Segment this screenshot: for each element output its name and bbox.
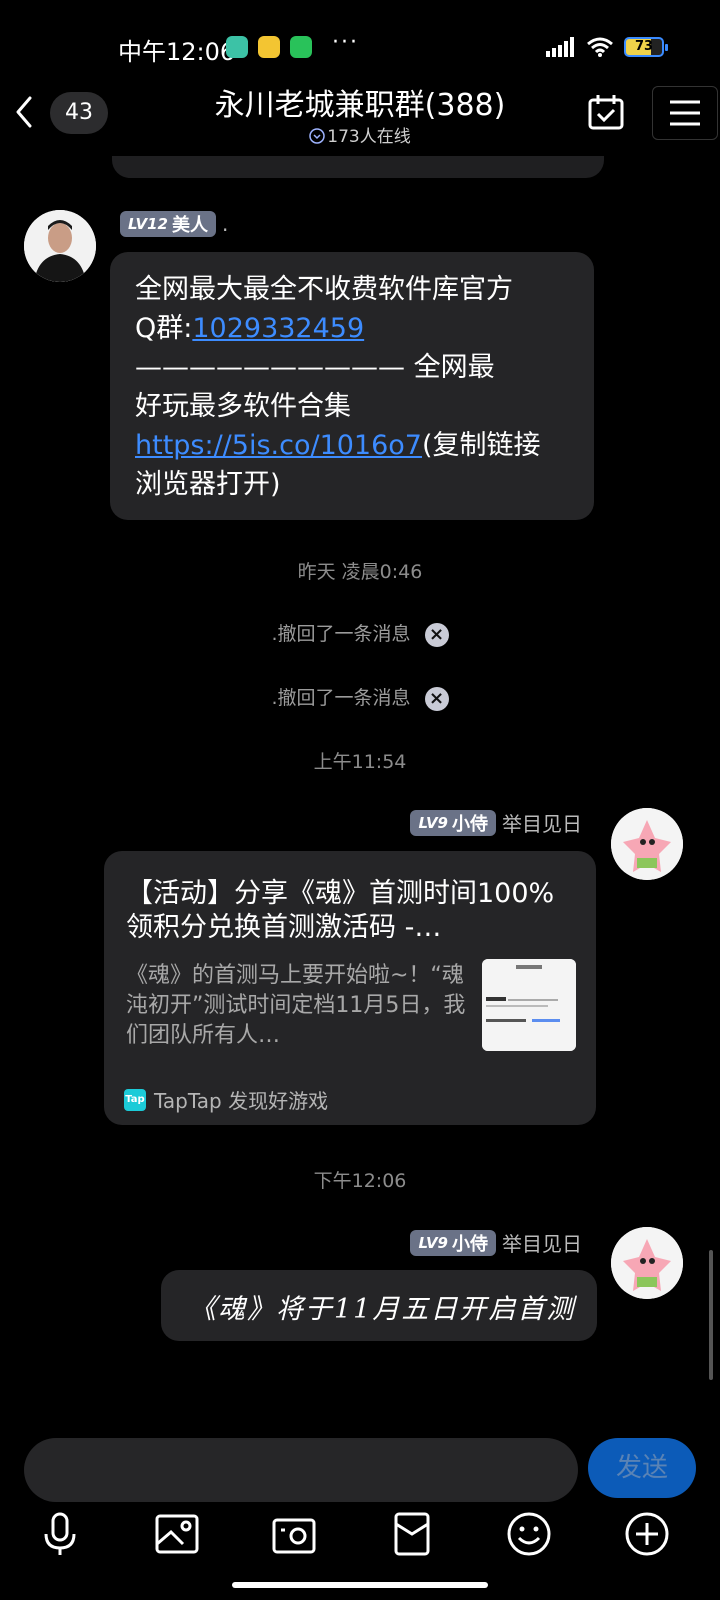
- message-line: 浏览器打开): [135, 469, 281, 500]
- qq-prefix: Q群:: [135, 313, 193, 344]
- url-link[interactable]: https://5is.co/1016o7: [135, 430, 422, 461]
- app-notification-icon: [258, 36, 280, 58]
- calendar-check-icon[interactable]: [586, 92, 626, 132]
- card-source-text: TapTap 发现好游戏: [154, 1089, 329, 1113]
- red-packet-icon[interactable]: [388, 1510, 436, 1558]
- message-line: —————————— 全网最: [135, 352, 495, 383]
- image-icon[interactable]: [153, 1510, 201, 1558]
- previous-message-bubble[interactable]: [112, 156, 604, 178]
- message-line: https://5is.co/1016o7(复制链接: [135, 426, 575, 465]
- camera-icon[interactable]: [270, 1510, 318, 1558]
- status-bar: 中午12:06 ··· 73: [0, 30, 720, 66]
- member-title: 小侍: [452, 1233, 488, 1255]
- sender-row: LV9 小侍 举目见日: [410, 808, 582, 837]
- signal-icon: [546, 37, 574, 57]
- close-icon[interactable]: ×: [424, 686, 449, 711]
- close-icon[interactable]: ×: [424, 622, 449, 647]
- timestamp: 上午11:54: [313, 751, 407, 773]
- recall-text: .撤回了一条消息: [271, 687, 411, 709]
- card-thumbnail: [482, 959, 576, 1051]
- home-indicator[interactable]: [232, 1582, 488, 1588]
- sender-name[interactable]: 举目见日: [502, 808, 582, 837]
- url-suffix: (复制链接: [421, 430, 541, 461]
- person-photo-icon: [24, 210, 96, 282]
- recall-text: .撤回了一条消息: [271, 623, 411, 645]
- message-line: Q群:1029332459: [135, 309, 575, 348]
- avatar[interactable]: [611, 808, 683, 880]
- card-source: Tap TapTap 发现好游戏: [124, 1085, 328, 1114]
- sender-row: LV9 小侍 举目见日: [410, 1228, 582, 1257]
- online-count-text: 173人在线: [327, 127, 411, 147]
- recall-notice: .撤回了一条消息 ×: [0, 619, 720, 647]
- avatar[interactable]: [611, 1227, 683, 1299]
- taptap-logo-icon: Tap: [124, 1088, 146, 1111]
- sender-row: LV12 美人 .: [120, 211, 228, 237]
- level: LV9: [418, 813, 448, 832]
- timestamp: 下午12:06: [313, 1170, 407, 1192]
- menu-button[interactable]: [652, 86, 718, 140]
- message-input[interactable]: [24, 1438, 578, 1502]
- battery-icon: 73: [624, 37, 668, 57]
- message-line: 全网最大最全不收费软件库官方: [135, 274, 513, 305]
- message-text: 《魂》将于11月五日开启首测: [189, 1294, 576, 1325]
- article-preview-icon: [482, 959, 576, 1051]
- message-bubble[interactable]: 全网最大最全不收费软件库官方 Q群:1029332459 —————————— …: [110, 252, 594, 520]
- menu-icon: [670, 100, 700, 126]
- app-notification-icon: [226, 36, 248, 58]
- scrollbar[interactable]: [709, 1250, 713, 1380]
- avatar[interactable]: [24, 210, 96, 282]
- member-title: 小侍: [452, 813, 488, 835]
- wifi-icon: [587, 37, 613, 57]
- qq-number-link[interactable]: 1029332459: [192, 313, 364, 344]
- level: LV12: [128, 215, 168, 233]
- card-description: 《魂》的首测马上要开始啦~！“魂沌初开”测试时间定档11月5日，我们团队所有人…: [126, 963, 466, 1048]
- plus-icon[interactable]: [623, 1510, 671, 1558]
- card-title: 【活动】分享《魂》首测时间100%领积分兑换首测激活码 -…: [126, 878, 555, 943]
- message-line: 好玩最多软件合集: [135, 391, 351, 422]
- sender-name[interactable]: .: [222, 212, 228, 236]
- patrick-star-icon: [611, 1227, 683, 1299]
- emoji-icon[interactable]: [505, 1510, 553, 1558]
- input-toolbar: [0, 1510, 720, 1570]
- status-time: 中午12:06: [118, 38, 236, 66]
- message-bubble[interactable]: 《魂》将于11月五日开启首测: [161, 1270, 597, 1341]
- chat-header: 43 永川老城兼职群(388) 173人在线: [0, 72, 720, 160]
- level: LV9: [418, 1233, 448, 1252]
- level-badge: LV12 美人: [120, 211, 216, 237]
- member-title: 美人: [171, 215, 208, 236]
- patrick-star-icon: [611, 808, 683, 880]
- more-notifications-icon: ···: [332, 30, 359, 55]
- app-notification-icon: [290, 36, 312, 58]
- level-badge: LV9 小侍: [410, 809, 496, 836]
- share-card[interactable]: 【活动】分享《魂》首测时间100%领积分兑换首测激活码 -… 《魂》的首测马上要…: [104, 851, 596, 1125]
- recall-notice: .撤回了一条消息 ×: [0, 683, 720, 711]
- microphone-icon[interactable]: [36, 1510, 84, 1558]
- sender-name[interactable]: 举目见日: [502, 1228, 582, 1257]
- level-badge: LV9 小侍: [410, 1229, 496, 1256]
- timestamp: 昨天 凌晨0:46: [297, 561, 423, 583]
- chevron-down-circle-icon: [309, 128, 326, 144]
- send-button[interactable]: 发送: [588, 1438, 696, 1498]
